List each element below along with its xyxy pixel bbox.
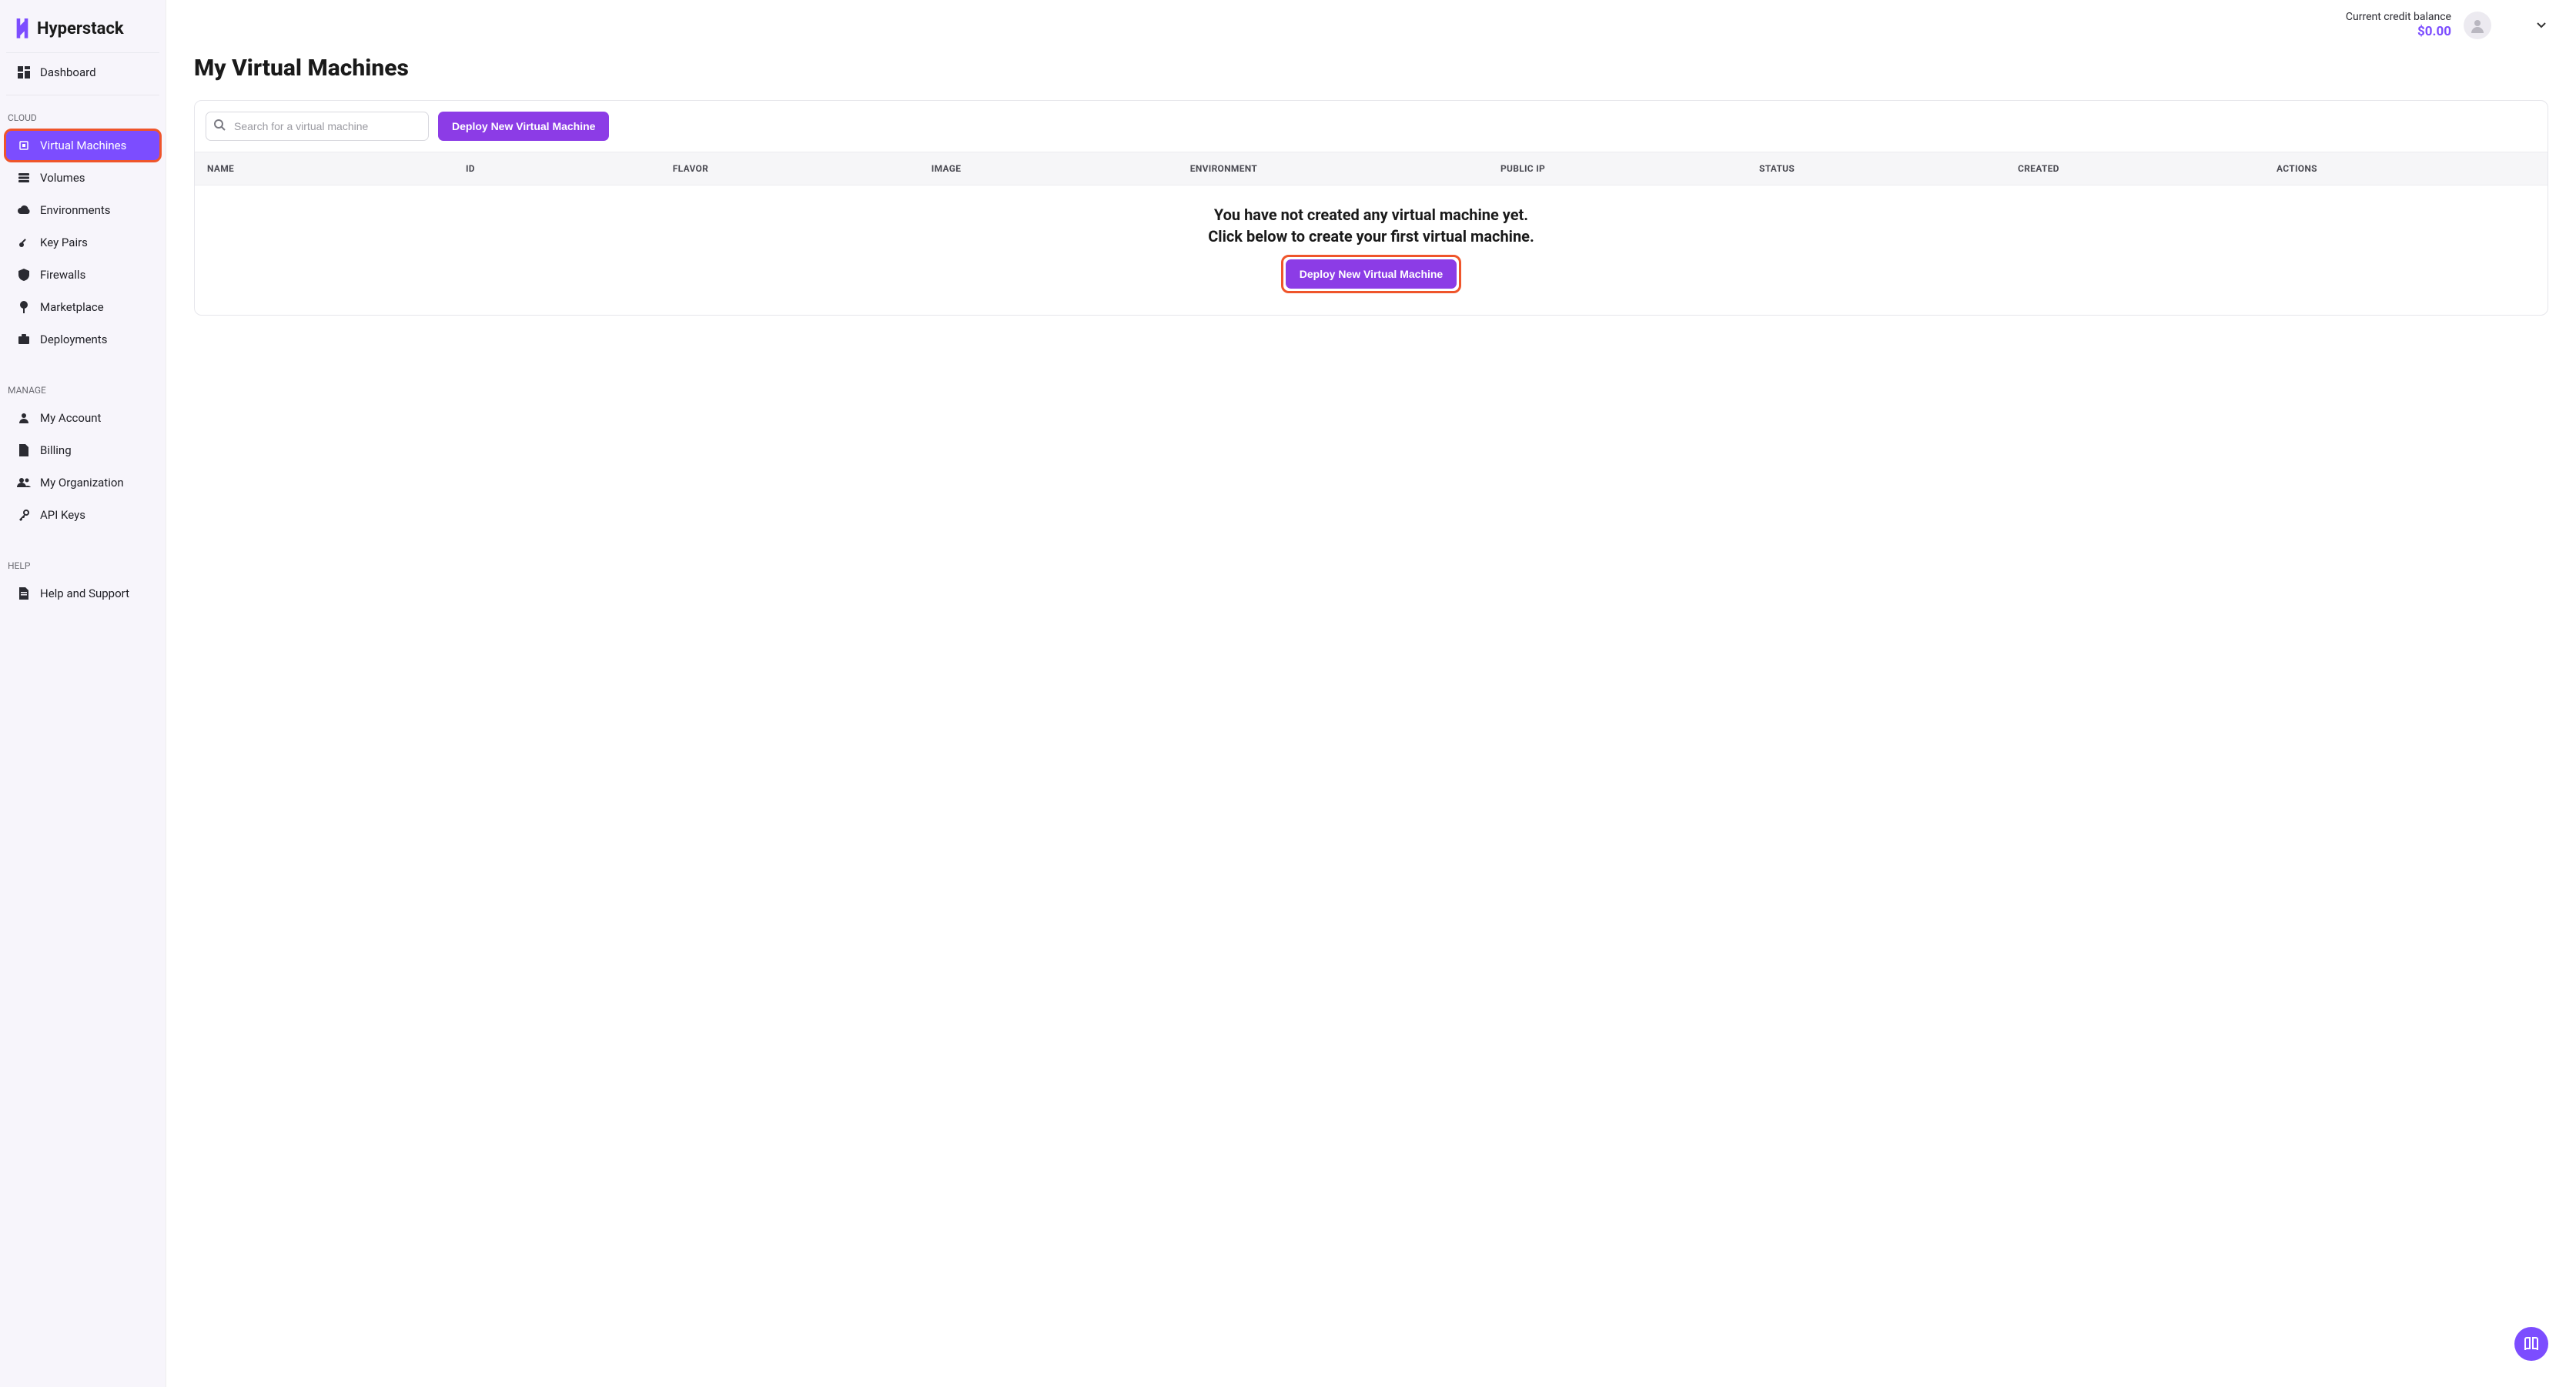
sidebar-item-my-account[interactable]: My Account [6,403,159,433]
help-fab[interactable] [2514,1327,2548,1361]
deploy-button-top[interactable]: Deploy New Virtual Machine [438,112,609,141]
vm-panel: Deploy New Virtual Machine NAME ID FLAVO… [194,100,2548,316]
page-title: My Virtual Machines [194,55,2548,82]
sidebar-item-label: Billing [40,443,72,457]
sidebar-item-label: Marketplace [40,300,104,314]
brand[interactable]: Hyperstack [6,12,159,53]
col-public-ip: PUBLIC IP [1500,163,1759,174]
sidebar-item-label: Deployments [40,333,107,346]
brand-logo-icon [14,18,31,38]
col-name: NAME [207,163,466,174]
sidebar-section-manage: MANAGE [0,371,166,402]
sidebar-item-key-pairs[interactable]: Key Pairs [6,228,159,257]
sidebar-item-marketplace[interactable]: Marketplace [6,292,159,322]
sidebar-item-help-support[interactable]: Help and Support [6,579,159,608]
sidebar-item-billing[interactable]: Billing [6,436,159,465]
col-image: IMAGE [932,163,1190,174]
panel-header: Deploy New Virtual Machine [195,101,2548,152]
sidebar-item-label: Virtual Machines [40,139,126,152]
sidebar-item-label: API Keys [40,508,85,522]
deploy-button-empty[interactable]: Deploy New Virtual Machine [1286,259,1457,289]
cloud-icon [17,205,31,216]
table-header-row: NAME ID FLAVOR IMAGE ENVIRONMENT PUBLIC … [195,152,2548,185]
sidebar: Hyperstack Dashboard CLOUD Virtual Machi… [0,0,166,1387]
deploy-button-wrap: Deploy New Virtual Machine [1286,259,1457,289]
sidebar-item-label: Volumes [40,171,85,185]
empty-line-2: Click below to create your first virtual… [207,226,2535,247]
briefcase-icon [17,334,31,345]
pin-icon [17,301,31,313]
topbar: Current credit balance $0.00 [166,0,2576,45]
user-menu-toggle[interactable] [2534,22,2548,29]
search-wrap [206,112,429,141]
content: My Virtual Machines Deploy New Virtual M… [166,45,2576,343]
key-icon [17,236,31,249]
volume-icon [17,172,31,184]
empty-state: You have not created any virtual machine… [195,185,2548,315]
sidebar-item-label: Environments [40,203,111,217]
empty-message: You have not created any virtual machine… [207,204,2535,247]
sidebar-item-label: My Account [40,411,101,425]
empty-line-1: You have not created any virtual machine… [207,204,2535,226]
sidebar-item-label: My Organization [40,476,124,490]
people-icon [17,477,31,488]
sidebar-item-label: Help and Support [40,587,129,600]
sidebar-item-volumes[interactable]: Volumes [6,163,159,192]
sidebar-item-firewalls[interactable]: Firewalls [6,260,159,289]
col-id: ID [466,163,673,174]
apikey-icon [17,509,31,521]
sidebar-section-cloud: CLOUD [0,99,166,129]
balance-value: $0.00 [2346,24,2451,39]
shield-icon [17,269,31,281]
sidebar-section-help: HELP [0,546,166,577]
search-icon [213,119,226,134]
col-status: STATUS [1759,163,2018,174]
dashboard-icon [17,66,31,79]
brand-name: Hyperstack [37,19,124,38]
person-icon [17,412,31,424]
avatar[interactable] [2464,12,2491,39]
chip-icon [17,139,31,152]
file-icon [17,444,31,456]
sidebar-item-label: Dashboard [40,65,96,79]
col-created: CREATED [2018,163,2277,174]
sidebar-item-deployments[interactable]: Deployments [6,325,159,354]
col-flavor: FLAVOR [673,163,932,174]
doc-icon [17,587,31,600]
sidebar-item-environments[interactable]: Environments [6,196,159,225]
col-actions: ACTIONS [2277,163,2535,174]
balance-block: Current credit balance $0.00 [2346,11,2451,39]
col-environment: ENVIRONMENT [1190,163,1500,174]
balance-label: Current credit balance [2346,11,2451,24]
sidebar-item-label: Firewalls [40,268,85,282]
sidebar-item-dashboard[interactable]: Dashboard [6,55,159,90]
sidebar-item-label: Key Pairs [40,236,88,249]
sidebar-item-api-keys[interactable]: API Keys [6,500,159,530]
sidebar-item-virtual-machines[interactable]: Virtual Machines [6,131,159,160]
sidebar-item-my-organization[interactable]: My Organization [6,468,159,497]
main: Current credit balance $0.00 My Virtual … [166,0,2576,1387]
search-input[interactable] [206,112,429,141]
